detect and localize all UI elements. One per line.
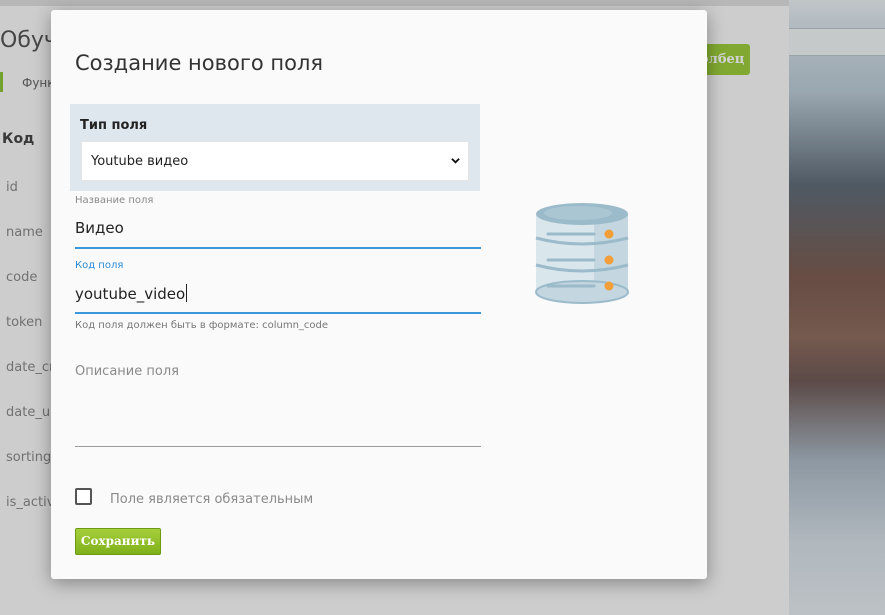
field-name-input[interactable]: Видео (75, 219, 124, 237)
field-type-section: Тип поля Youtube видео (70, 104, 480, 191)
text-cursor (186, 284, 188, 302)
required-checkbox[interactable] (75, 488, 92, 505)
create-field-modal: Создание нового поля Тип поля Youtube ви… (51, 10, 707, 579)
field-code-input[interactable]: youtube_video (75, 284, 188, 303)
required-checkbox-label[interactable]: Поле является обязательным (110, 492, 313, 507)
field-type-label: Тип поля (80, 118, 148, 133)
modal-title: Создание нового поля (75, 51, 324, 75)
field-code-label: Код поля (75, 260, 124, 271)
field-code-hint: Код поля должен быть в формате: column_c… (75, 320, 329, 331)
field-description-underline (75, 446, 481, 447)
chevron-down-icon (451, 158, 460, 164)
field-type-select[interactable]: Youtube видео (81, 141, 469, 181)
field-code-value: youtube_video (75, 285, 186, 303)
save-button[interactable]: Сохранить (75, 528, 161, 555)
database-icon (535, 203, 629, 304)
field-code-underline (75, 312, 481, 314)
field-name-label: Название поля (75, 195, 154, 206)
field-type-selected-value: Youtube видео (91, 154, 189, 169)
field-description-textarea[interactable]: Описание поля (75, 364, 179, 379)
field-name-underline (75, 247, 481, 249)
